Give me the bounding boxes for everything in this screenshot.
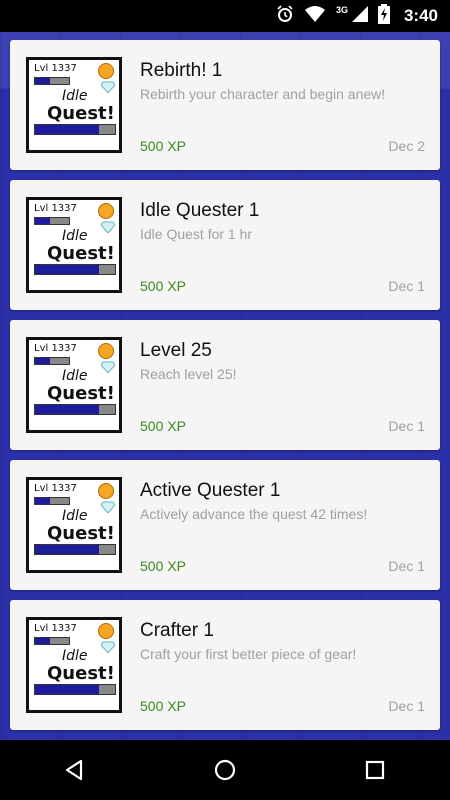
achievement-title: Rebirth! 1 xyxy=(140,60,223,81)
battery-charging-icon xyxy=(377,3,390,29)
achievement-card[interactable]: Lvl 1337 Idle Quest! Active Quester 1 Ac… xyxy=(10,460,440,590)
thumbnail-word-idle: Idle xyxy=(62,368,88,384)
home-button[interactable] xyxy=(205,750,245,790)
achievement-thumbnail: Lvl 1337 Idle Quest! xyxy=(26,477,122,573)
thumbnail-word-quest: Quest! xyxy=(47,663,115,684)
achievement-xp: 500 XP xyxy=(140,558,186,574)
signal-icon xyxy=(351,5,368,27)
thumbnail-word-quest: Quest! xyxy=(47,383,115,404)
recents-icon xyxy=(365,760,385,780)
achievement-thumbnail: Lvl 1337 Idle Quest! xyxy=(26,617,122,713)
achievement-date: Dec 1 xyxy=(388,698,425,714)
thumbnail-level-text: Lvl 1337 xyxy=(34,623,77,634)
network-type: 3G xyxy=(335,5,348,15)
thumbnail-level-text: Lvl 1337 xyxy=(34,343,77,354)
thumbnail-word-idle: Idle xyxy=(62,228,88,244)
thumbnail-small-bar xyxy=(34,357,70,365)
achievement-description: Reach level 25! xyxy=(140,366,237,382)
thumbnail-progress-bar xyxy=(34,264,116,275)
achievement-card[interactable]: Lvl 1337 Idle Quest! Idle Quester 1 Idle… xyxy=(10,180,440,310)
achievement-title: Idle Quester 1 xyxy=(140,200,260,221)
thumbnail-word-quest: Quest! xyxy=(47,103,115,124)
thumbnail-small-bar xyxy=(34,637,70,645)
gem-icon xyxy=(101,81,115,93)
achievement-xp: 500 XP xyxy=(140,278,186,294)
thumbnail-word-idle: Idle xyxy=(62,508,88,524)
achievement-card[interactable]: Lvl 1337 Idle Quest! Rebirth! 1 Rebirth … xyxy=(10,40,440,170)
navigation-bar xyxy=(0,740,450,800)
thumbnail-small-bar xyxy=(34,497,70,505)
coin-icon xyxy=(98,203,114,219)
thumbnail-small-bar xyxy=(34,217,70,225)
achievement-description: Idle Quest for 1 hr xyxy=(140,226,253,242)
thumbnail-word-idle: Idle xyxy=(62,88,88,104)
achievement-xp: 500 XP xyxy=(140,418,186,434)
thumbnail-level-text: Lvl 1337 xyxy=(34,483,77,494)
achievement-description: Rebirth your character and begin anew! xyxy=(140,86,386,102)
thumbnail-word-quest: Quest! xyxy=(47,243,115,264)
thumbnail-level-text: Lvl 1337 xyxy=(34,63,77,74)
thumbnail-progress-bar xyxy=(34,684,116,695)
achievement-description: Craft your first better piece of gear! xyxy=(140,646,357,662)
achievement-card[interactable]: Lvl 1337 Idle Quest! Level 25 Reach leve… xyxy=(10,320,440,450)
wifi-icon xyxy=(304,5,326,27)
thumbnail-word-quest: Quest! xyxy=(47,523,115,544)
achievement-date: Dec 1 xyxy=(388,558,425,574)
achievement-title: Crafter 1 xyxy=(140,620,214,641)
achievement-xp: 500 XP xyxy=(140,138,186,154)
thumbnail-progress-bar xyxy=(34,124,116,135)
achievement-description: Actively advance the quest 42 times! xyxy=(140,506,368,522)
recents-button[interactable] xyxy=(355,750,395,790)
gem-icon xyxy=(101,361,115,373)
coin-icon xyxy=(98,623,114,639)
achievement-title: Active Quester 1 xyxy=(140,480,281,501)
achievement-thumbnail: Lvl 1337 Idle Quest! xyxy=(26,57,122,153)
coin-icon xyxy=(98,63,114,79)
achievement-title: Level 25 xyxy=(140,340,212,361)
alarm-icon xyxy=(276,4,294,28)
thumbnail-small-bar xyxy=(34,77,70,85)
status-bar: 3G 3:40 xyxy=(0,0,450,32)
achievement-card[interactable]: Lvl 1337 Idle Quest! Crafter 1 Craft you… xyxy=(10,600,440,730)
home-icon xyxy=(214,759,236,781)
achievement-date: Dec 2 xyxy=(388,138,425,154)
achievement-date: Dec 1 xyxy=(388,278,425,294)
achievement-xp: 500 XP xyxy=(140,698,186,714)
coin-icon xyxy=(98,343,114,359)
thumbnail-level-text: Lvl 1337 xyxy=(34,203,77,214)
gem-icon xyxy=(101,221,115,233)
thumbnail-word-idle: Idle xyxy=(62,648,88,664)
clock: 3:40 xyxy=(403,6,438,25)
coin-icon xyxy=(98,483,114,499)
achievement-thumbnail: Lvl 1337 Idle Quest! xyxy=(26,197,122,293)
gem-icon xyxy=(101,501,115,513)
achievement-thumbnail: Lvl 1337 Idle Quest! xyxy=(26,337,122,433)
back-button[interactable] xyxy=(55,750,95,790)
achievement-date: Dec 1 xyxy=(388,418,425,434)
thumbnail-progress-bar xyxy=(34,404,116,415)
back-icon xyxy=(65,759,83,781)
achievement-list[interactable]: Lvl 1337 Idle Quest! Rebirth! 1 Rebirth … xyxy=(10,40,440,730)
gem-icon xyxy=(101,641,115,653)
thumbnail-progress-bar xyxy=(34,544,116,555)
